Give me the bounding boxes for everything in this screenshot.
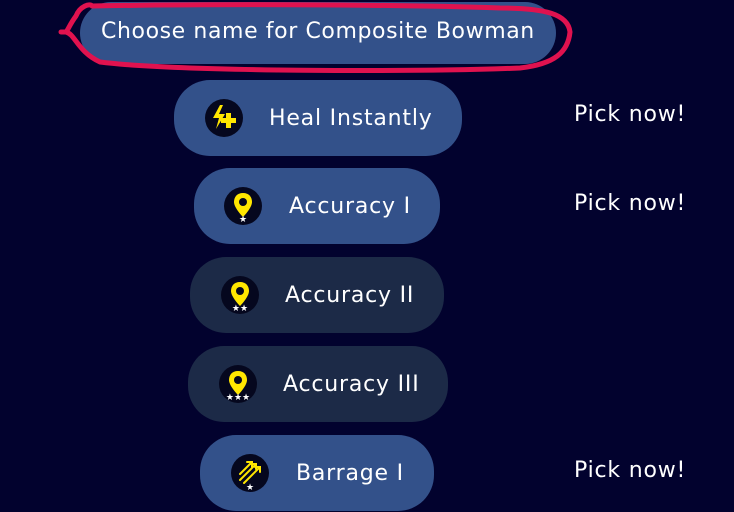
pick-now-barrage-1[interactable]: Pick now! (574, 458, 686, 483)
svg-text:★: ★ (246, 483, 254, 492)
accuracy-pin-1-star-icon: ★ (224, 187, 262, 225)
heal-bolt-plus-icon (205, 99, 243, 137)
skill-barrage-1-button[interactable]: ★ Barrage I (200, 435, 434, 511)
accuracy-pin-2-star-icon: ★★ (221, 276, 259, 314)
barrage-arrows-1-star-icon: ★ (231, 454, 269, 492)
skill-label: Accuracy II (285, 282, 415, 308)
skill-accuracy-1-button[interactable]: ★ Accuracy I (194, 168, 440, 244)
pick-now-accuracy-1[interactable]: Pick now! (574, 191, 686, 216)
pick-now-heal-instantly[interactable]: Pick now! (574, 102, 686, 127)
svg-text:★★★: ★★★ (226, 393, 250, 403)
skill-accuracy-2-button[interactable]: ★★ Accuracy II (190, 257, 444, 333)
skill-label: Accuracy I (289, 193, 411, 219)
skill-label: Heal Instantly (269, 105, 433, 131)
page-title[interactable]: Choose name for Composite Bowman (101, 19, 535, 44)
accuracy-pin-3-star-icon: ★★★ (219, 365, 257, 403)
skill-label: Barrage I (296, 460, 404, 486)
svg-text:★: ★ (239, 215, 247, 225)
svg-text:★★: ★★ (232, 304, 248, 314)
skill-label: Accuracy III (283, 371, 420, 397)
skill-accuracy-3-button[interactable]: ★★★ Accuracy III (188, 346, 448, 422)
skill-heal-instantly-button[interactable]: Heal Instantly (174, 80, 462, 156)
